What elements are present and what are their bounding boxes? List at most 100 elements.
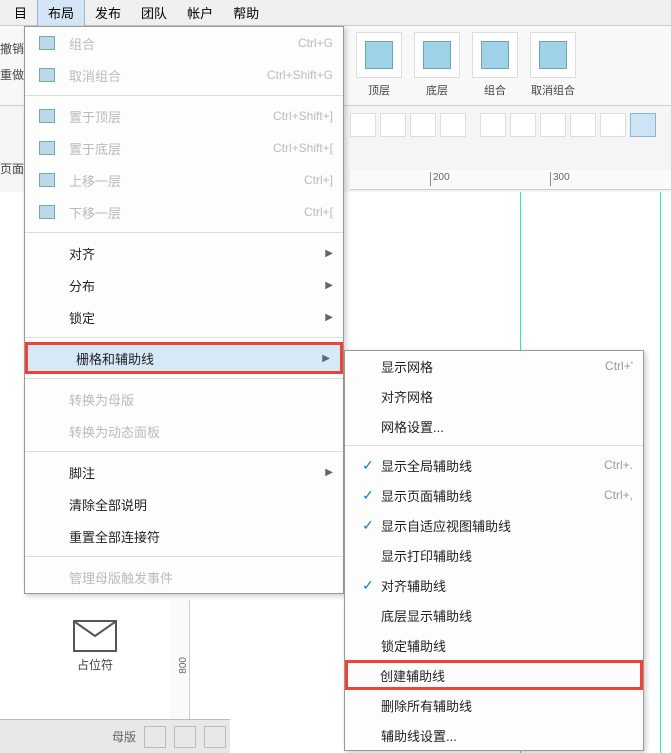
menu-item[interactable]: 清除全部说明	[25, 488, 343, 520]
ruler-vertical: 800	[170, 600, 190, 730]
master-tab-label[interactable]: 母版	[112, 728, 136, 745]
menu-item[interactable]: 对齐▶	[25, 237, 343, 269]
check-icon: ✓	[355, 487, 381, 504]
blank-icon	[35, 462, 59, 482]
side-redo-label: 重做	[0, 66, 24, 83]
submenu-item[interactable]: ✓显示全局辅助线Ctrl+.	[345, 450, 643, 480]
tb-italic[interactable]	[380, 113, 406, 137]
menu-item-label: 重置全部连接符	[69, 527, 333, 546]
blank-icon	[35, 389, 59, 409]
menu-item-label: 脚注	[69, 463, 333, 482]
blank-icon	[35, 275, 59, 295]
menu-item[interactable]: 重置全部连接符	[25, 520, 343, 552]
ruler-horizontal: 200 300	[350, 170, 671, 190]
bring-front-button[interactable]	[356, 32, 402, 78]
format-toolbar	[350, 110, 656, 140]
bring-front-label: 顶层	[368, 82, 390, 98]
side-page-label: 页面	[0, 160, 24, 177]
menu-item-publish[interactable]: 发布	[85, 0, 131, 26]
submenu-item-label: 创建辅助线	[380, 666, 630, 685]
placeholder-label: 占位符	[60, 656, 130, 673]
menu-item: 转换为动态面板	[25, 415, 343, 447]
front-icon	[35, 106, 59, 126]
submenu-item-label: 底层显示辅助线	[381, 606, 633, 625]
submenu-item[interactable]: ✓显示页面辅助线Ctrl+,	[345, 480, 643, 510]
menu-shortcut: Ctrl+G	[298, 36, 333, 50]
tb-align-middle[interactable]	[600, 113, 626, 137]
menu-item: 置于底层Ctrl+Shift+[	[25, 132, 343, 164]
submenu-item-label: 锁定辅助线	[381, 636, 633, 655]
blank-icon	[35, 421, 59, 441]
submenu-arrow-icon: ▶	[325, 467, 333, 478]
tb-bold[interactable]	[350, 113, 376, 137]
menu-item-label: 组合	[69, 34, 298, 53]
submenu-item[interactable]: ✓对齐辅助线	[345, 570, 643, 600]
menu-item: 上移一层Ctrl+]	[25, 164, 343, 196]
submenu-item[interactable]: 网格设置...	[345, 411, 643, 441]
menubar: 目 布局 发布 团队 帐户 帮助	[0, 0, 671, 26]
tb-color[interactable]	[440, 113, 466, 137]
placeholder-widget[interactable]: 占位符	[60, 620, 130, 673]
submenu-item[interactable]: 底层显示辅助线	[345, 600, 643, 630]
menu-item-help[interactable]: 帮助	[223, 0, 269, 26]
tb-underline[interactable]	[410, 113, 436, 137]
submenu-item-label: 显示页面辅助线	[381, 486, 604, 505]
submenu-shortcut: Ctrl+.	[604, 458, 633, 472]
menu-item[interactable]: 分布▶	[25, 269, 343, 301]
menu-item: 下移一层Ctrl+[	[25, 196, 343, 228]
menu-item-label: 栅格和辅助线	[76, 349, 330, 368]
envelope-icon	[73, 620, 117, 652]
menu-item-label: 转换为母版	[69, 390, 333, 409]
submenu-item[interactable]: 创建辅助线	[345, 660, 643, 690]
guide-line-v2[interactable]	[660, 192, 661, 753]
menu-item[interactable]: 栅格和辅助线▶	[25, 342, 343, 374]
submenu-item-label: 显示打印辅助线	[381, 546, 633, 565]
menu-item[interactable]: 锁定▶	[25, 301, 343, 333]
tb-align-center[interactable]	[510, 113, 536, 137]
submenu-item-label: 显示全局辅助线	[381, 456, 604, 475]
submenu-item[interactable]: ✓显示自适应视图辅助线	[345, 510, 643, 540]
submenu-item-label: 删除所有辅助线	[381, 696, 633, 715]
blank-icon	[38, 348, 62, 368]
submenu-item[interactable]: 显示打印辅助线	[345, 540, 643, 570]
down-icon	[35, 202, 59, 222]
submenu-item[interactable]: 显示网格Ctrl+'	[345, 351, 643, 381]
menu-item: 置于顶层Ctrl+Shift+]	[25, 100, 343, 132]
menu-shortcut: Ctrl+Shift+[	[273, 141, 333, 155]
ruler-tick-200: 200	[430, 172, 450, 186]
tb-align-top[interactable]	[570, 113, 596, 137]
blank-icon	[35, 243, 59, 263]
menu-item-account[interactable]: 帐户	[177, 0, 223, 26]
menu-item-team[interactable]: 团队	[131, 0, 177, 26]
submenu-item-label: 显示网格	[381, 357, 605, 376]
menu-shortcut: Ctrl+]	[304, 173, 333, 187]
menu-item-0[interactable]: 目	[4, 0, 37, 26]
submenu-item[interactable]: 对齐网格	[345, 381, 643, 411]
send-back-button[interactable]	[414, 32, 460, 78]
menu-item[interactable]: 脚注▶	[25, 456, 343, 488]
submenu-item[interactable]: 锁定辅助线	[345, 630, 643, 660]
submenu-arrow-icon: ▶	[325, 312, 333, 323]
menu-item-label: 取消组合	[69, 66, 267, 85]
tb-align-left[interactable]	[480, 113, 506, 137]
submenu-arrow-icon: ▶	[325, 280, 333, 291]
blank-icon	[35, 494, 59, 514]
blank-icon	[35, 567, 59, 587]
group-button[interactable]	[472, 32, 518, 78]
tb-align-right[interactable]	[540, 113, 566, 137]
ungroup-button[interactable]	[530, 32, 576, 78]
submenu-item-label: 显示自适应视图辅助线	[381, 516, 633, 535]
tb-align-bottom[interactable]	[630, 113, 656, 137]
search-icon[interactable]	[204, 726, 226, 748]
add-page-icon[interactable]	[144, 726, 166, 748]
add-folder-icon[interactable]	[174, 726, 196, 748]
submenu-item[interactable]: 辅助线设置...	[345, 720, 643, 750]
menu-item: 转换为母版	[25, 383, 343, 415]
submenu-shortcut: Ctrl+'	[605, 359, 633, 373]
check-icon: ✓	[355, 457, 381, 474]
submenu-item[interactable]: 删除所有辅助线	[345, 690, 643, 720]
submenu-item-label: 对齐辅助线	[381, 576, 633, 595]
menu-item-layout[interactable]: 布局	[37, 0, 85, 27]
menu-item: 组合Ctrl+G	[25, 27, 343, 59]
menu-item-label: 转换为动态面板	[69, 422, 333, 441]
